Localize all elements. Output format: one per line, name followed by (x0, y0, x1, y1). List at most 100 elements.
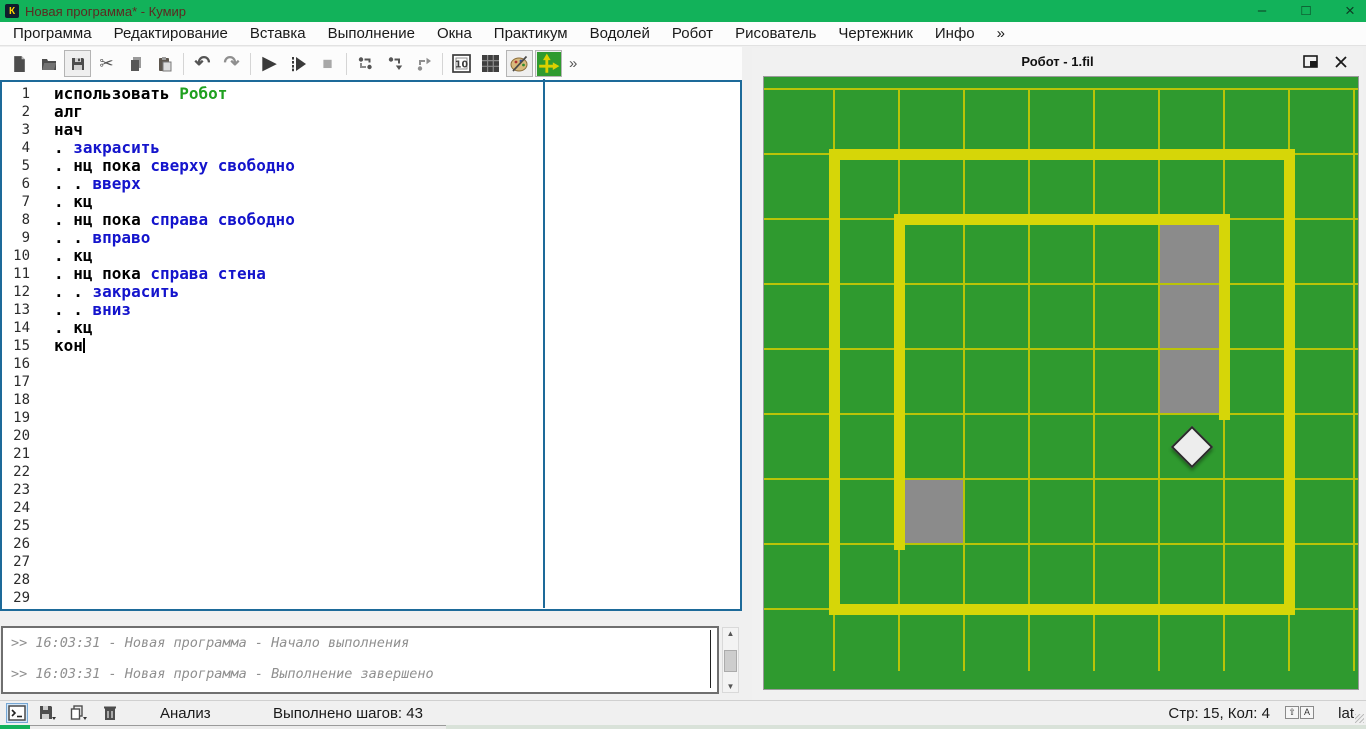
editor-row[interactable]: 17 (2, 373, 740, 391)
resize-grip[interactable] (1355, 714, 1364, 723)
menu-item-3[interactable]: Выполнение (317, 22, 426, 45)
code-token: использовать (54, 84, 180, 103)
code-editor[interactable]: 1 использовать Робот 2 алг 3 нач 4. закрасить 5… (0, 79, 742, 611)
editor-row[interactable]: 5 . нц пока сверху свободно (2, 157, 740, 175)
line-number: 4 (21, 140, 30, 156)
svg-text:10: 10 (455, 59, 469, 70)
redo-button[interactable]: ↷ (218, 50, 245, 77)
scroll-up-icon[interactable]: ▲ (723, 629, 738, 638)
editor-row[interactable]: 26 (2, 535, 740, 553)
menu-item-4[interactable]: Окна (426, 22, 483, 45)
editor-row[interactable]: 6 . . вверх (2, 175, 740, 193)
editor-row[interactable]: 4. закрасить (2, 139, 740, 157)
step-button[interactable] (352, 50, 379, 77)
close-button[interactable]: × (1342, 0, 1358, 22)
scroll-down-icon[interactable]: ▼ (723, 682, 738, 691)
menu-item-1[interactable]: Редактирование (103, 22, 239, 45)
painted-cell (1160, 285, 1223, 348)
copy-button[interactable] (122, 50, 149, 77)
step-out-button[interactable] (410, 50, 437, 77)
code-line: нач (54, 121, 83, 139)
step-in-button[interactable] (381, 50, 408, 77)
menu-bar: Программа Редактирование Вставка Выполнение… (0, 22, 1366, 46)
maximize-button[interactable]: □ (1298, 0, 1314, 22)
menu-item-0[interactable]: Программа (2, 22, 103, 45)
field-grid-button[interactable] (477, 50, 504, 77)
editor-row[interactable]: 28 (2, 571, 740, 589)
editor-row[interactable]: 13 . . вниз (2, 301, 740, 319)
editor-row[interactable]: 11 . нц пока справа стена (2, 265, 740, 283)
paste-button[interactable] (151, 50, 178, 77)
save-protocol-icon (40, 706, 56, 720)
line-number: 29 (13, 590, 30, 606)
editor-row[interactable]: 24 (2, 499, 740, 517)
menu-item-5[interactable]: Практикум (483, 22, 579, 45)
console-scrollbar[interactable]: ▲ ▼ (722, 627, 739, 693)
editor-row[interactable]: 9 . . вправо (2, 229, 740, 247)
scrollbar-thumb[interactable] (724, 650, 737, 672)
editor-row[interactable]: 15 кон (2, 337, 740, 355)
new-file-button[interactable] (6, 50, 33, 77)
code-token: кон (54, 336, 83, 355)
minimize-button[interactable]: – (1254, 0, 1270, 22)
run-button[interactable]: ▶ (256, 50, 283, 77)
undock-button[interactable] (1302, 54, 1318, 69)
line-number: 15 (13, 338, 30, 354)
editor-row[interactable]: 20 (2, 427, 740, 445)
editor-row[interactable]: 22 (2, 463, 740, 481)
open-file-button[interactable] (35, 50, 62, 77)
robot-window-header[interactable]: Робот - 1.fil (752, 48, 1363, 75)
editor-row[interactable]: 18 (2, 391, 740, 409)
editor-row[interactable]: 27 (2, 553, 740, 571)
editor-row[interactable]: 19 (2, 409, 740, 427)
editor-row[interactable]: 7 . кц (2, 193, 740, 211)
editor-row[interactable]: 16 (2, 355, 740, 373)
menu-item-6[interactable]: Водолей (579, 22, 661, 45)
grid-line-v (963, 89, 965, 671)
editor-row[interactable]: 29 (2, 589, 740, 607)
menu-item-7[interactable]: Робот (661, 22, 724, 45)
console-message: >> 16:03:31 - Новая программа - Выполнен… (11, 666, 434, 682)
copy-protocol-button[interactable] (68, 703, 90, 723)
menu-item-8[interactable]: Рисователь (724, 22, 827, 45)
line-numbers-button[interactable]: 10 (448, 50, 475, 77)
palette-button[interactable] (506, 50, 533, 77)
robot-close-button[interactable] (1333, 54, 1349, 69)
console-panel[interactable]: >> 16:03:31 - Новая программа - Начало в… (1, 626, 719, 694)
robot-field[interactable] (763, 76, 1359, 690)
letter-indicator-icon: А (1300, 706, 1314, 719)
line-number: 10 (13, 248, 30, 264)
robot[interactable] (1170, 425, 1214, 469)
editor-row[interactable]: 1 использовать Робот (2, 85, 740, 103)
menu-item-2[interactable]: Вставка (239, 22, 317, 45)
robot-field-button[interactable] (535, 50, 562, 77)
menu-item-10[interactable]: Инфо (924, 22, 986, 45)
editor-row[interactable]: 2 алг (2, 103, 740, 121)
window-controls: – □ × (1254, 0, 1358, 22)
editor-row[interactable]: 25 (2, 517, 740, 535)
editor-row[interactable]: 3 нач (2, 121, 740, 139)
editor-row[interactable]: 12 . . закрасить (2, 283, 740, 301)
editor-row[interactable]: 23 (2, 481, 740, 499)
editor-row[interactable]: 8 . нц пока справа свободно (2, 211, 740, 229)
save-protocol-button[interactable] (37, 703, 59, 723)
run-steps-button[interactable] (285, 50, 312, 77)
code-token: справа стена (150, 264, 266, 283)
editor-row[interactable]: 14 . кц (2, 319, 740, 337)
cut-button[interactable]: ✂ (93, 50, 120, 77)
code-line: . кц (54, 319, 93, 337)
toolbar-overflow-button[interactable]: » (569, 55, 577, 72)
code-token: справа свободно (150, 210, 295, 229)
undo-button[interactable]: ↶ (189, 50, 216, 77)
save-file-button[interactable] (64, 50, 91, 77)
clear-protocol-button[interactable] (99, 703, 121, 723)
menu-item-11[interactable]: » (986, 22, 1016, 45)
editor-row[interactable]: 21 (2, 445, 740, 463)
editor-row[interactable]: 10 . кц (2, 247, 740, 265)
cursor-position: Стр: 15, Кол: 4 (1168, 705, 1270, 722)
show-protocol-button[interactable] (6, 703, 28, 723)
window-title: Новая программа* - Кумир (25, 3, 187, 19)
stop-button[interactable]: ■ (314, 50, 341, 77)
steps-counter: Выполнено шагов: 43 (273, 705, 423, 722)
menu-item-9[interactable]: Чертежник (827, 22, 924, 45)
